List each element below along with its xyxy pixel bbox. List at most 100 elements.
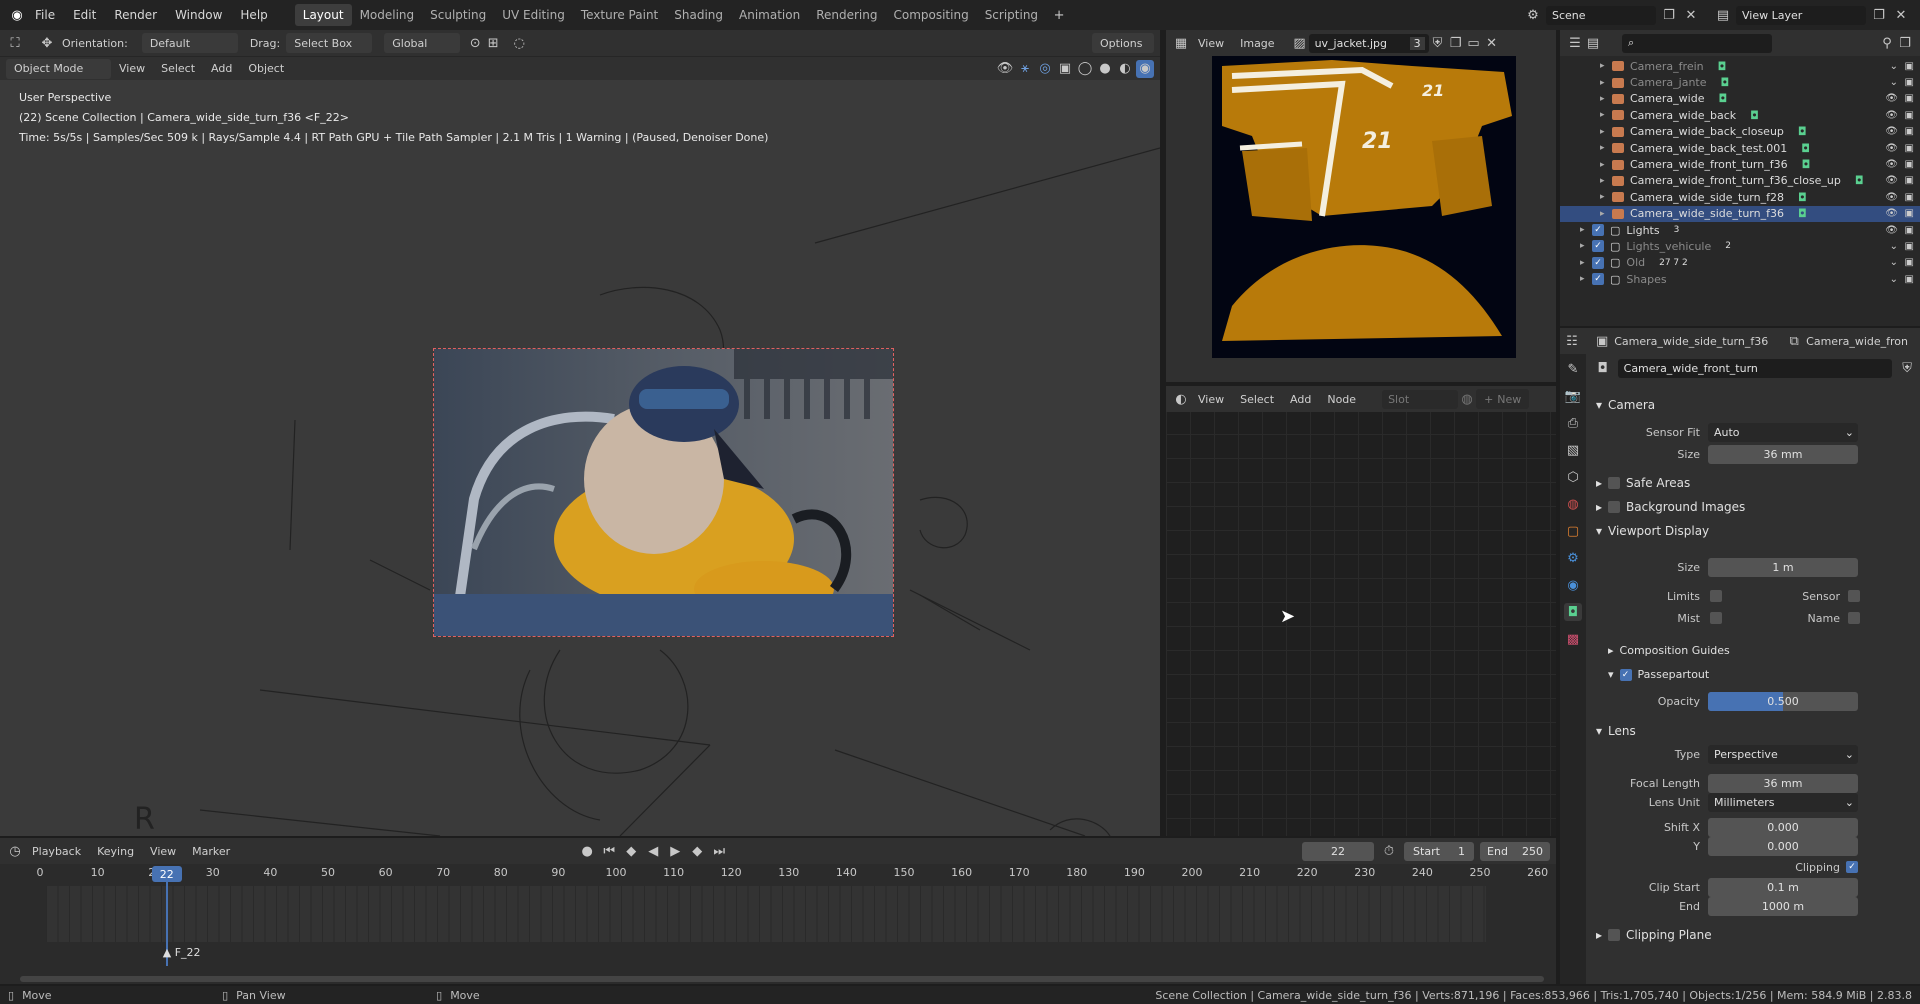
workspace-tab-modeling[interactable]: Modeling [352,4,423,26]
filter-icon[interactable]: ⚲ [1878,34,1896,52]
focal-length-field[interactable]: 36 mm [1708,774,1858,793]
visibility-eye-icon[interactable]: ⌄ [1890,241,1898,252]
world-tab-icon[interactable]: ◍ [1564,495,1582,513]
camera-data-icon[interactable]: ◘ [1855,174,1864,187]
opacity-slider[interactable]: 0.500 [1708,692,1858,711]
workspace-tab-shading[interactable]: Shading [666,4,731,26]
visibility-eye-icon[interactable]: 👁 [1885,126,1898,137]
timeline-menu-playback[interactable]: Playback [24,845,89,858]
background-images-section[interactable]: ▸ Background Images [1596,500,1745,514]
visibility-eye-icon[interactable]: 👁 [1885,110,1898,121]
render-camera-icon[interactable]: ▣ [1905,61,1914,72]
delete-scene-icon[interactable]: ✕ [1682,6,1700,24]
limits-checkbox[interactable] [1710,590,1722,602]
outliner-item[interactable]: ▸ Camera_wide_back_test.001 ◘ 👁 ▣ [1560,140,1920,156]
camera-data-icon[interactable]: ◘ [1718,60,1727,73]
new-scene-icon[interactable]: ❐ [1660,6,1678,24]
visibility-eye-icon[interactable]: ⌄ [1890,61,1898,72]
camera-data-icon[interactable]: ◘ [1798,191,1807,204]
render-tab-icon[interactable]: 📷 [1564,387,1582,405]
visibility-eye-icon[interactable]: 👁 [1885,175,1898,186]
outliner-item[interactable]: ▸ ✓ ▢ Lights_vehicule 2 ⌄ ▣ [1560,238,1920,254]
outliner-item[interactable]: ▸ Camera_wide_side_turn_f36 ◘ 👁 ▣ [1560,205,1920,222]
scene-tab-icon[interactable]: ⬡ [1564,468,1582,486]
lens-type-dropdown[interactable]: Perspective ⌄ [1708,745,1858,764]
preview-range-icon[interactable]: ⏱ [1380,842,1398,860]
render-camera-icon[interactable]: ▣ [1905,241,1914,252]
expand-arrow-icon[interactable]: ▸ [1600,61,1612,71]
image-editor-type-icon[interactable]: ▦ [1172,34,1190,52]
record-icon[interactable]: ● [578,842,596,860]
workspace-tab-compositing[interactable]: Compositing [885,4,976,26]
modifier-tab-icon[interactable]: ⚙ [1564,549,1582,567]
camera-data-icon[interactable]: ◘ [1798,207,1807,220]
next-keyframe-icon[interactable]: ◆ [688,842,706,860]
jump-end-icon[interactable]: ⏭ [710,842,728,860]
timeline-scrollbar[interactable] [20,976,1544,982]
safe-areas-section[interactable]: ▸ Safe Areas [1596,476,1690,490]
current-frame-field[interactable]: 22 [1302,841,1374,861]
add-workspace-icon[interactable]: + [1050,6,1068,24]
expand-arrow-icon[interactable]: ▸ [1600,127,1612,137]
workspace-tab-uv-editing[interactable]: UV Editing [494,4,573,26]
timeline-menu-view[interactable]: View [142,845,184,858]
view-layer-icon[interactable]: ▤ [1714,6,1732,24]
physics-tab-icon[interactable]: ◉ [1564,576,1582,594]
workspace-tab-layout[interactable]: Layout [294,4,352,26]
render-camera-icon[interactable]: ▣ [1905,192,1914,203]
passepartout-section[interactable]: ▾ ✓ Passepartout [1608,668,1709,681]
jump-start-icon[interactable]: ⏮ [600,842,618,860]
clipping-plane-section[interactable]: ▸ Clipping Plane [1596,928,1712,942]
visibility-eye-icon[interactable]: 👁 [1885,143,1898,154]
mist-checkbox[interactable] [1710,612,1722,624]
workspace-tab-scripting[interactable]: Scripting [977,4,1046,26]
render-camera-icon[interactable]: ▣ [1905,225,1914,236]
expand-arrow-icon[interactable]: ▸ [1600,160,1612,170]
menu-edit[interactable]: Edit [64,8,105,22]
expand-arrow-icon[interactable]: ▸ [1600,209,1612,219]
outliner-item[interactable]: ▸ Camera_wide_side_turn_f28 ◘ 👁 ▣ [1560,189,1920,205]
outliner-item[interactable]: ▸ Camera_wide_front_turn_f36_close_up ◘ 👁 ▣ [1560,173,1920,189]
timeline-type-icon[interactable]: ◷ [6,842,24,860]
shift-y-field[interactable]: 0.000 [1708,837,1858,856]
render-camera-icon[interactable]: ▣ [1905,159,1914,170]
visibility-eye-icon[interactable]: ⌄ [1890,274,1898,285]
workspace-tab-texture-paint[interactable]: Texture Paint [573,4,666,26]
display-mode-icon[interactable]: ▤ [1584,34,1602,52]
outliner-item[interactable]: ▸ ✓ ▢ Shapes ⌄ ▣ [1560,271,1920,287]
render-camera-icon[interactable]: ▣ [1905,175,1914,186]
properties-editor[interactable]: ☷ ▣ Camera_wide_side_turn_f36 ⧉ Camera_w… [1560,328,1920,984]
new-material-button[interactable]: + New [1476,389,1530,409]
image-menu-image[interactable]: Image [1232,37,1282,50]
view-layer-selector[interactable]: View Layer [1736,5,1866,25]
collection-checkbox[interactable]: ✓ [1592,240,1604,253]
visibility-eye-icon[interactable]: 👁 [1885,208,1898,219]
new-view-layer-icon[interactable]: ❐ [1870,6,1888,24]
timeline-menu-keying[interactable]: Keying [89,845,142,858]
viewport-display-section[interactable]: ▾ Viewport Display [1596,524,1709,538]
expand-arrow-icon[interactable]: ▸ [1600,176,1612,186]
menu-window[interactable]: Window [166,8,231,22]
outliner-item[interactable]: ▸ Camera_jante ◘ ⌄ ▣ [1560,74,1920,90]
new-collection-icon[interactable]: ❐ [1896,34,1914,52]
outliner-item[interactable]: ▸ Camera_wide_front_turn_f36 ◘ 👁 ▣ [1560,156,1920,172]
slot-dropdown[interactable]: Slot [1382,389,1459,409]
render-camera-icon[interactable]: ▣ [1905,77,1914,88]
render-camera-icon[interactable]: ▣ [1905,126,1914,137]
viewport-3d[interactable]: ⛶ ✥ Orientation: Default Drag: Select Bo… [0,30,1160,837]
visibility-eye-icon[interactable]: 👁 [1885,225,1898,236]
outliner-search[interactable]: ⌕ [1622,33,1772,53]
outliner-item[interactable]: ▸ ✓ ▢ Lights 3 👁 ▣ [1560,222,1920,238]
render-camera-icon[interactable]: ▣ [1905,208,1914,219]
visibility-eye-icon[interactable]: 👁 [1885,192,1898,203]
start-frame-field[interactable]: Start 1 [1404,841,1474,861]
timeline-menu-marker[interactable]: Marker [184,845,238,858]
expand-arrow-icon[interactable]: ▸ [1580,241,1592,251]
camera-data-icon[interactable]: ◘ [1721,76,1730,89]
node-editor-type-icon[interactable]: ◐ [1172,390,1190,408]
end-frame-field[interactable]: End 250 [1480,841,1550,861]
timeline-track-area[interactable] [46,886,1486,942]
render-camera-icon[interactable]: ▣ [1905,257,1914,268]
render-camera-icon[interactable]: ▣ [1905,93,1914,104]
sensor-fit-dropdown[interactable]: Auto ⌄ [1708,423,1858,442]
